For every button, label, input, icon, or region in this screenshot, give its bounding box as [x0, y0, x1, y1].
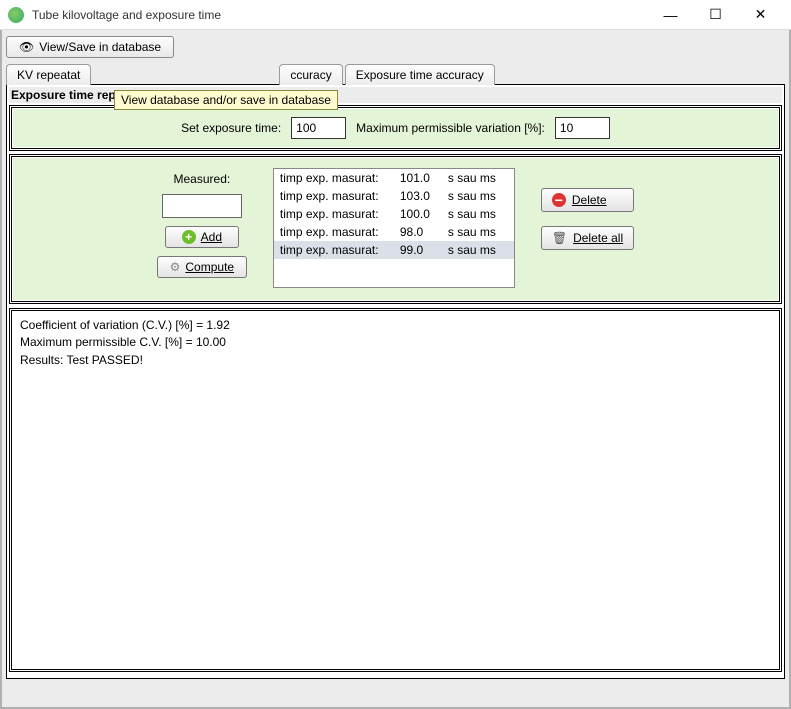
compute-button[interactable]: Compute [157, 256, 247, 278]
tab-accuracy-partial[interactable]: ccuracy [279, 64, 342, 85]
result-line-pass: Results: Test PASSED! [20, 352, 771, 369]
titlebar: Tube kilovoltage and exposure time — ☐ ✕ [0, 0, 791, 30]
add-label: Add [201, 230, 222, 244]
main-panel: Exposure time repeteability: Set exposur… [6, 84, 785, 679]
set-exposure-input[interactable] [291, 117, 346, 139]
delete-label: Delete [572, 193, 607, 207]
result-line-cv: Coefficient of variation (C.V.) [%] = 1.… [20, 317, 771, 334]
measured-label: Measured: [174, 172, 231, 186]
list-item[interactable]: timp exp. masurat: 99.0 s sau ms [274, 241, 514, 259]
gear-icon [170, 260, 181, 274]
measure-body: Measured: + Add Compute timp exp. masura… [13, 158, 778, 300]
measure-box: Measured: + Add Compute timp exp. masura… [9, 154, 782, 304]
app-icon [8, 7, 24, 23]
window-title: Tube kilovoltage and exposure time [32, 8, 648, 22]
eye-icon [19, 40, 34, 54]
measured-column: Measured: + Add Compute [157, 168, 247, 278]
results-box: Coefficient of variation (C.V.) [%] = 1.… [9, 308, 782, 672]
measured-input[interactable] [162, 194, 242, 218]
list-item[interactable]: timp exp. masurat: 100.0 s sau ms [274, 205, 514, 223]
params-row: Set exposure time: Maximum permissible v… [13, 109, 778, 147]
set-exposure-label: Set exposure time: [181, 121, 281, 135]
delete-button[interactable]: − Delete [541, 188, 634, 212]
list-item[interactable]: timp exp. masurat: 101.0 s sau ms [274, 169, 514, 187]
right-button-column: − Delete Delete all [541, 168, 634, 250]
result-line-maxcv: Maximum permissible C.V. [%] = 10.00 [20, 334, 771, 351]
minimize-button[interactable]: — [648, 1, 693, 29]
list-item[interactable]: timp exp. masurat: 98.0 s sau ms [274, 223, 514, 241]
params-box: Set exposure time: Maximum permissible v… [9, 105, 782, 151]
close-button[interactable]: ✕ [738, 1, 783, 29]
tab-strip: KV repeatat ccuracy Exposure time accura… [6, 64, 785, 85]
trash-icon [552, 231, 567, 245]
view-save-database-button[interactable]: View/Save in database [6, 36, 174, 58]
tooltip: View database and/or save in database [114, 90, 338, 110]
tab-exposure-time-accuracy[interactable]: Exposure time accuracy [345, 64, 495, 85]
tab-kv-repeatability[interactable]: KV repeatat [6, 64, 91, 85]
max-variation-input[interactable] [555, 117, 610, 139]
delete-all-button[interactable]: Delete all [541, 226, 634, 250]
max-variation-label: Maximum permissible variation [%]: [356, 121, 545, 135]
list-item[interactable]: timp exp. masurat: 103.0 s sau ms [274, 187, 514, 205]
add-button[interactable]: + Add [165, 226, 239, 248]
content-outer: View/Save in database View database and/… [0, 30, 791, 709]
plus-icon: + [182, 230, 196, 244]
maximize-button[interactable]: ☐ [693, 1, 738, 29]
minus-icon: − [552, 193, 566, 207]
compute-label: Compute [185, 260, 234, 274]
delete-all-label: Delete all [573, 231, 623, 245]
view-save-label: View/Save in database [39, 40, 161, 54]
measurements-list[interactable]: timp exp. masurat: 101.0 s sau ms timp e… [273, 168, 515, 288]
